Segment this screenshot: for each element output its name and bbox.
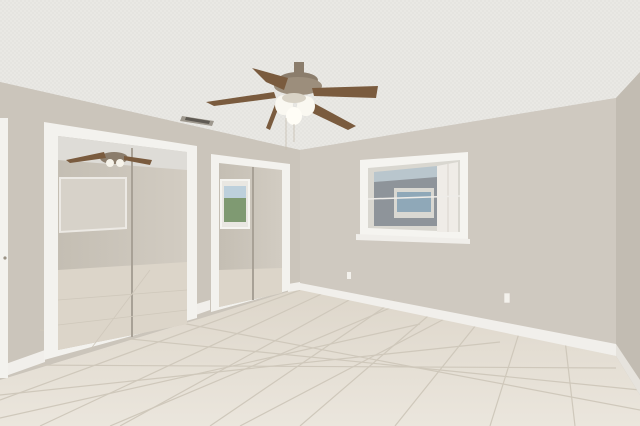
door-frame-left [0,118,8,378]
fan-blade [312,86,378,98]
empty-bedroom-scene [0,0,640,426]
window [356,152,470,244]
closet-mirror-doors-2 [211,154,290,312]
closet-mirror-doors [44,122,197,360]
